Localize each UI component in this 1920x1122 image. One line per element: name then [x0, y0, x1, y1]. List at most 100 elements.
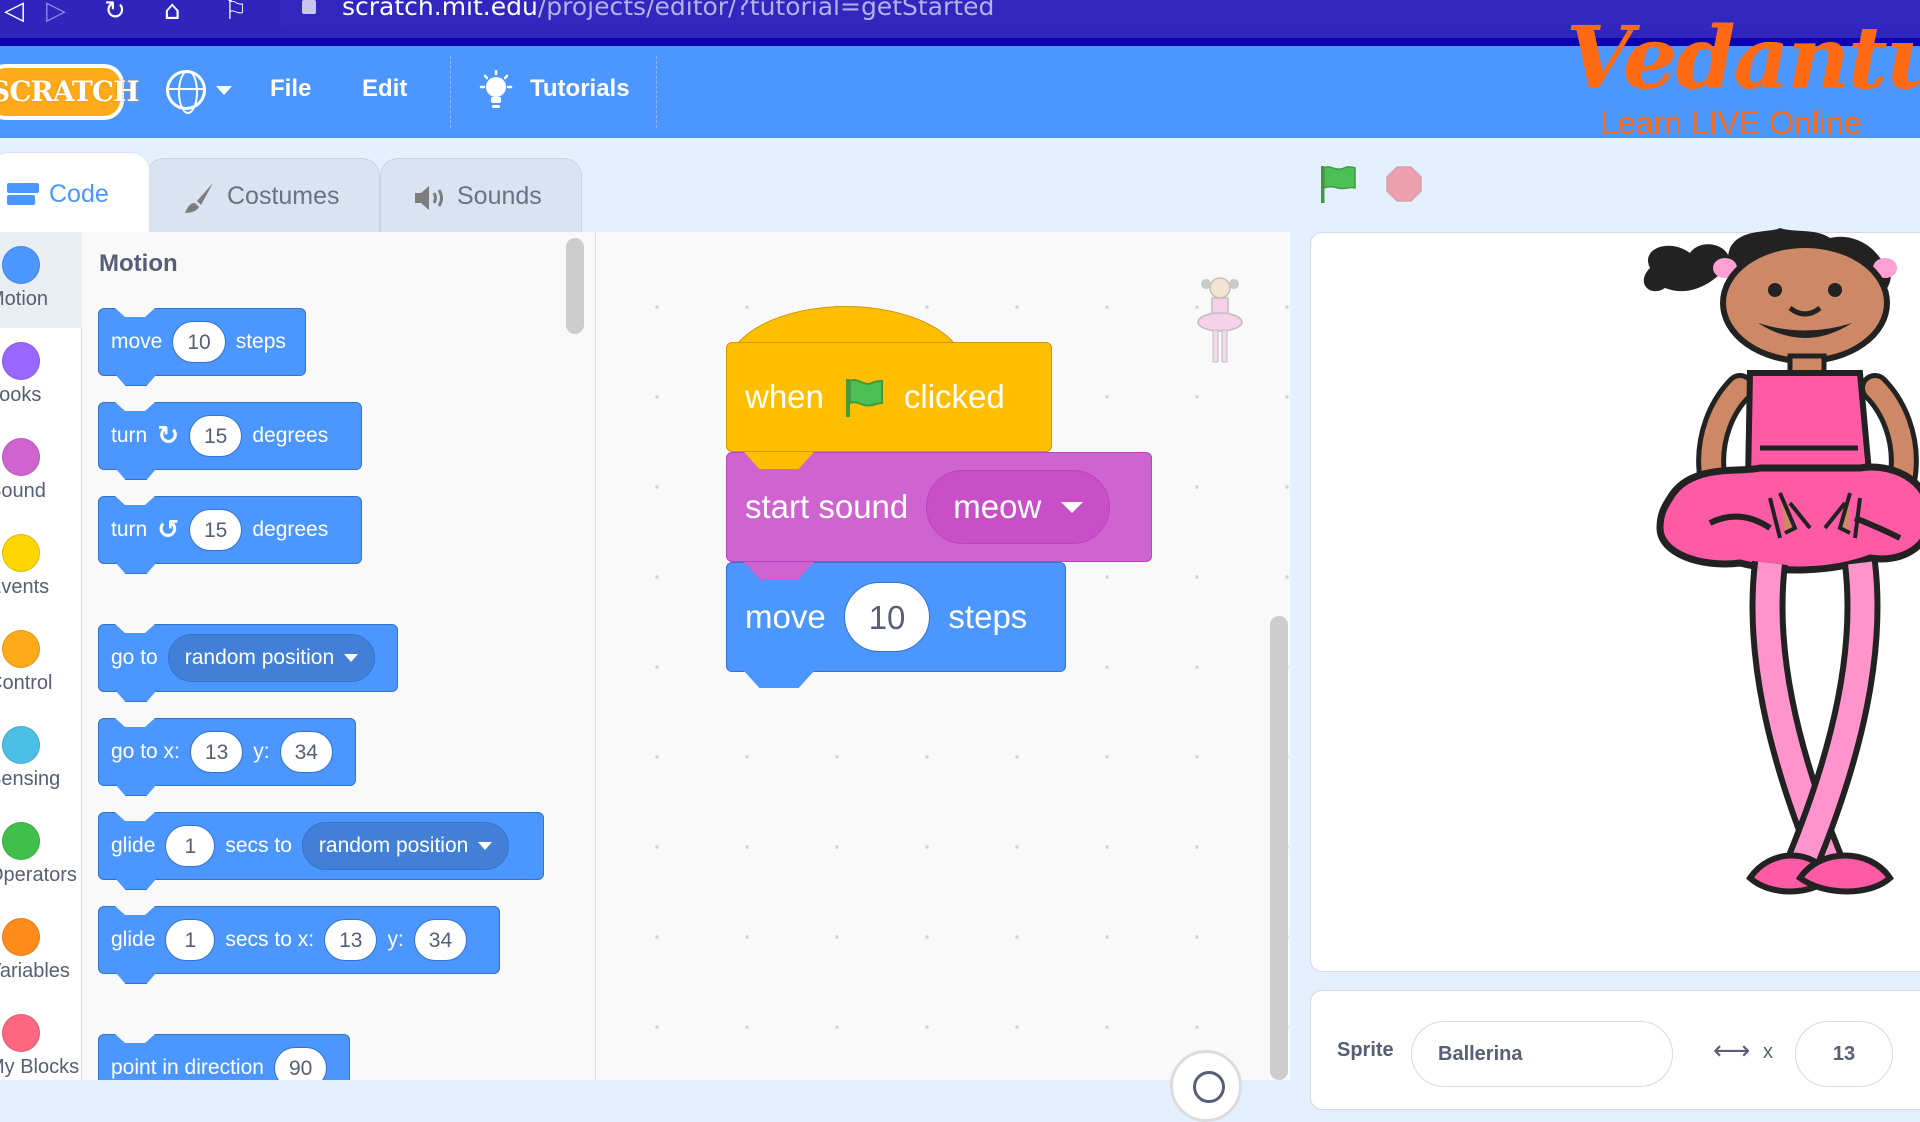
- block-turn-left[interactable]: turn ↺ 15 degrees: [98, 496, 362, 564]
- bookmark-icon[interactable]: ⚐: [224, 0, 247, 30]
- y-input[interactable]: 34: [413, 919, 468, 961]
- zoom-in-button[interactable]: [1170, 1050, 1242, 1122]
- block-text: steps: [948, 598, 1028, 635]
- tab-code[interactable]: Code: [0, 152, 150, 232]
- url-host: scratch.mit.edu: [342, 0, 538, 21]
- tab-sounds[interactable]: Sounds: [380, 158, 582, 232]
- events-dot-icon: [2, 534, 40, 572]
- sprite-name-input[interactable]: [1411, 1021, 1673, 1087]
- block-text: glide: [111, 834, 156, 857]
- dropdown-value: random position: [184, 646, 335, 669]
- category-label: Motion: [0, 288, 49, 310]
- steps-input[interactable]: 10: [172, 321, 226, 363]
- tab-costumes[interactable]: Costumes: [146, 158, 380, 232]
- tab-label: Sounds: [457, 182, 542, 210]
- block-move-steps[interactable]: move 10 steps: [98, 308, 306, 376]
- category-sound[interactable]: Sound: [0, 424, 82, 520]
- position-dropdown[interactable]: random position: [167, 634, 376, 682]
- menu-divider: [450, 56, 451, 128]
- y-input[interactable]: 34: [279, 731, 333, 773]
- degrees-input[interactable]: 15: [188, 415, 243, 457]
- block-text: degrees: [252, 424, 329, 447]
- globe-icon: [166, 70, 206, 114]
- green-flag-button[interactable]: [1320, 164, 1356, 204]
- back-icon[interactable]: ◁: [4, 0, 24, 30]
- direction-input[interactable]: 90: [273, 1047, 328, 1080]
- tab-label: Costumes: [227, 182, 340, 210]
- block-text: move: [111, 330, 163, 353]
- file-menu[interactable]: File: [270, 46, 311, 138]
- block-text: turn: [111, 518, 148, 541]
- rotate-counterclockwise-icon: ↺: [157, 515, 179, 545]
- url-path: /projects/editor/?tutorial=getStarted: [537, 0, 995, 21]
- block-point-in-direction[interactable]: point in direction 90: [98, 1034, 350, 1080]
- block-go-to[interactable]: go to random position: [98, 624, 398, 692]
- caret-down-icon: [478, 842, 493, 850]
- steps-input[interactable]: 10: [843, 582, 931, 652]
- category-control[interactable]: Control: [0, 616, 82, 712]
- operators-dot-icon: [2, 822, 40, 860]
- category-events[interactable]: Events: [0, 520, 82, 616]
- position-dropdown[interactable]: random position: [301, 822, 510, 870]
- forward-icon[interactable]: ▷: [46, 0, 66, 30]
- browser-toolbar-inner: ◁ ▷ ↻ ⌂ ⚐ scratch.mit.edu/projects/edito…: [0, 0, 1920, 38]
- category-label: Variables: [0, 960, 70, 982]
- degrees-input[interactable]: 15: [188, 509, 243, 551]
- x-position-input[interactable]: [1795, 1021, 1893, 1087]
- block-palette: Motion move 10 steps turn ↻ 15 degrees t…: [82, 232, 596, 1080]
- home-icon[interactable]: ⌂: [164, 0, 181, 30]
- x-label: x: [1763, 1041, 1773, 1063]
- block-text: steps: [235, 330, 286, 353]
- motion-dot-icon: [2, 246, 40, 284]
- when-flag-clicked-block[interactable]: when clicked: [726, 342, 1052, 452]
- block-text: when: [745, 378, 824, 415]
- reload-icon[interactable]: ↻: [104, 0, 126, 30]
- category-my-blocks[interactable]: My Blocks: [0, 1000, 82, 1096]
- block-text: secs to: [225, 834, 292, 857]
- block-glide-to[interactable]: glide 1 secs to random position: [98, 812, 544, 880]
- workspace-scrollbar[interactable]: [1270, 616, 1288, 1080]
- category-motion[interactable]: Motion: [0, 232, 82, 328]
- control-dot-icon: [2, 630, 40, 668]
- block-go-to-xy[interactable]: go to x: 13 y: 34: [98, 718, 356, 786]
- palette-scrollbar[interactable]: [566, 238, 584, 334]
- category-variables[interactable]: Variables: [0, 904, 82, 1000]
- lightbulb-icon: [479, 70, 513, 108]
- address-bar[interactable]: scratch.mit.edu/projects/editor/?tutoria…: [280, 0, 1920, 30]
- caret-down-icon: [344, 654, 359, 662]
- block-text: go to x:: [111, 740, 180, 763]
- secs-input[interactable]: 1: [165, 825, 216, 867]
- sprite-label: Sprite: [1337, 1039, 1394, 1061]
- scratch-logo[interactable]: SCRATCH: [0, 64, 140, 120]
- green-flag-icon: [845, 379, 883, 417]
- block-text: secs to x:: [225, 928, 315, 951]
- category-operators[interactable]: Operators: [0, 808, 82, 904]
- palette-section-title: Motion: [99, 250, 178, 277]
- stop-button[interactable]: [1386, 166, 1422, 202]
- block-text: point in direction: [111, 1056, 264, 1079]
- lock-icon: [302, 0, 316, 14]
- x-input[interactable]: 13: [189, 731, 244, 773]
- edit-menu[interactable]: Edit: [362, 46, 407, 138]
- menu-bar: SCRATCH File Edit Tutorials: [0, 46, 1920, 138]
- sprite-info-panel: Sprite ⟷ x: [1310, 990, 1920, 1110]
- category-looks[interactable]: Looks: [0, 328, 82, 424]
- ballerina-sprite[interactable]: [1630, 228, 1920, 918]
- looks-dot-icon: [2, 342, 40, 380]
- block-glide-to-xy[interactable]: glide 1 secs to x: 13 y: 34: [98, 906, 500, 974]
- category-label: Sound: [0, 480, 46, 502]
- caret-down-icon: [1061, 501, 1084, 513]
- block-text: degrees: [252, 518, 329, 541]
- secs-input[interactable]: 1: [165, 919, 216, 961]
- x-input[interactable]: 13: [324, 919, 378, 961]
- variables-dot-icon: [2, 918, 40, 956]
- category-label: Looks: [0, 384, 42, 406]
- tutorials-label: Tutorials: [530, 75, 630, 102]
- sound-dropdown[interactable]: meow: [926, 470, 1111, 544]
- tab-label: Code: [49, 180, 109, 208]
- code-icon: [7, 183, 39, 205]
- category-sensing[interactable]: Sensing: [0, 712, 82, 808]
- block-turn-right[interactable]: turn ↻ 15 degrees: [98, 402, 362, 470]
- url-text[interactable]: scratch.mit.edu/projects/editor/?tutoria…: [342, 0, 994, 21]
- speaker-icon: [415, 186, 443, 210]
